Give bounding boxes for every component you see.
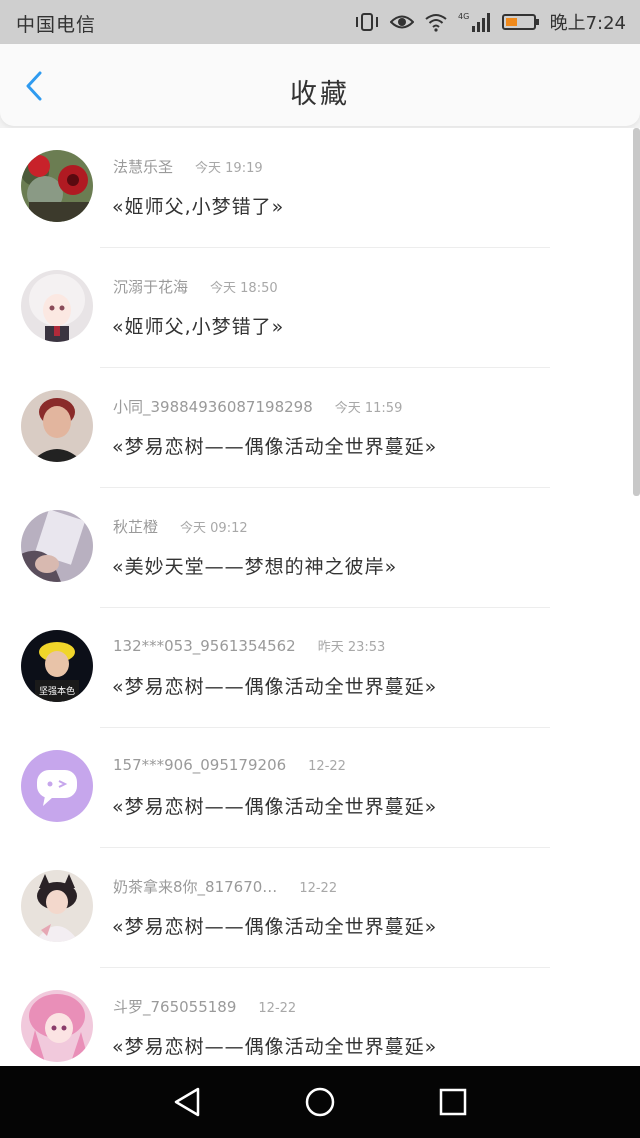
story-title[interactable]: «梦易恋树——偶像活动全世界蔓延»: [112, 672, 437, 699]
status-bar: 中国电信 4G 晚上7:24: [0, 0, 640, 44]
avatar[interactable]: [21, 150, 93, 222]
scrollbar[interactable]: [633, 128, 640, 496]
favorite-meta: 小同_39884936087198298 今天 11:59: [113, 396, 402, 417]
nav-recents-button[interactable]: [431, 1080, 475, 1124]
circle-home-icon: [305, 1087, 335, 1117]
favorite-meta: 132***053_9561354562 昨天 23:53: [113, 636, 385, 655]
triangle-back-icon: [174, 1087, 199, 1117]
favorite-meta: 奶茶拿来8你_817670… 12-22: [113, 876, 337, 897]
username: 132***053_9561354562: [113, 637, 296, 655]
story-title[interactable]: «姬师父,小梦错了»: [112, 192, 284, 219]
avatar[interactable]: 坚强本色: [21, 630, 93, 702]
system-nav-bar: [0, 1066, 640, 1138]
favorite-item[interactable]: 斗罗_765055189 12-22 «梦易恋树——偶像活动全世界蔓延»: [0, 968, 640, 1066]
username: 沉溺于花海: [113, 278, 189, 296]
timestamp: 12-22: [258, 1001, 297, 1016]
favorite-item[interactable]: 秋芷橙 今天 09:12 «美妙天堂——梦想的神之彼岸»: [0, 488, 640, 608]
clock: 晚上7:24: [549, 13, 626, 34]
story-title[interactable]: «梦易恋树——偶像活动全世界蔓延»: [112, 432, 437, 459]
favorite-item[interactable]: 沉溺于花海 今天 18:50 «姬师父,小梦错了»: [0, 248, 640, 368]
timestamp: 昨天 23:53: [317, 640, 386, 655]
page-title: 收藏: [290, 79, 350, 110]
nav-back-button[interactable]: [165, 1080, 209, 1124]
favorites-list[interactable]: 法慧乐圣 今天 19:19 «姬师父,小梦错了» 沉溺于花海 今天 18:50 «姬…: [0, 128, 640, 1066]
vibrate-icon: [355, 13, 378, 31]
svg-text:4G: 4G: [458, 12, 469, 21]
username: 法慧乐圣: [113, 158, 174, 176]
timestamp: 12-22: [308, 759, 346, 774]
status-icons: 4G 晚上7:24: [354, 8, 626, 36]
username: 157***906_095179206: [113, 756, 287, 774]
avatar[interactable]: [21, 270, 93, 342]
favorite-meta: 法慧乐圣 今天 19:19: [113, 156, 263, 177]
battery-icon: [501, 14, 539, 30]
avatar[interactable]: [21, 990, 93, 1062]
username: 秋芷橙: [113, 518, 159, 536]
avatar[interactable]: [21, 870, 93, 942]
story-title[interactable]: «梦易恋树——偶像活动全世界蔓延»: [112, 792, 437, 819]
avatar[interactable]: [21, 510, 93, 582]
carrier-label: 中国电信: [16, 14, 97, 36]
timestamp: 今天 09:12: [180, 521, 248, 536]
story-title[interactable]: «梦易恋树——偶像活动全世界蔓延»: [112, 912, 437, 939]
timestamp: 今天 11:59: [334, 401, 403, 416]
timestamp: 今天 19:19: [195, 161, 263, 176]
wifi-icon: [424, 14, 447, 32]
square-recents-icon: [440, 1088, 467, 1116]
favorite-item[interactable]: 157***906_095179206 12-22 «梦易恋树——偶像活动全世界蔓…: [0, 728, 640, 848]
username: 斗罗_765055189: [113, 998, 237, 1016]
eye-icon: [389, 15, 414, 29]
favorite-meta: 沉溺于花海 今天 18:50: [113, 276, 278, 297]
favorite-item[interactable]: 奶茶拿来8你_817670… 12-22 «梦易恋树——偶像活动全世界蔓延»: [0, 848, 640, 968]
signal-4g-icon: 4G: [458, 12, 490, 32]
timestamp: 12-22: [299, 881, 338, 896]
avatar-caption: 坚强本色: [39, 685, 75, 697]
favorite-item[interactable]: 法慧乐圣 今天 19:19 «姬师父,小梦错了»: [0, 128, 640, 248]
avatar[interactable]: [21, 390, 93, 462]
story-title[interactable]: «梦易恋树——偶像活动全世界蔓延»: [112, 1032, 437, 1059]
favorite-item[interactable]: 坚强本色 132***053_9561354562 昨天 23:53 «梦易恋树—…: [0, 608, 640, 728]
favorite-meta: 斗罗_765055189 12-22: [113, 996, 296, 1017]
nav-home-button[interactable]: [298, 1080, 342, 1124]
header: 收藏: [0, 44, 640, 126]
username: 小同_39884936087198298: [113, 398, 313, 416]
favorite-meta: 157***906_095179206 12-22: [113, 756, 346, 774]
favorite-meta: 秋芷橙 今天 09:12: [113, 516, 248, 537]
story-title[interactable]: «美妙天堂——梦想的神之彼岸»: [112, 552, 397, 579]
username: 奶茶拿来8你_817670…: [113, 878, 278, 896]
favorite-item[interactable]: 小同_39884936087198298 今天 11:59 «梦易恋树——偶像活动…: [0, 368, 640, 488]
avatar[interactable]: [21, 750, 93, 822]
story-title[interactable]: «姬师父,小梦错了»: [112, 312, 284, 339]
timestamp: 今天 18:50: [210, 281, 278, 296]
